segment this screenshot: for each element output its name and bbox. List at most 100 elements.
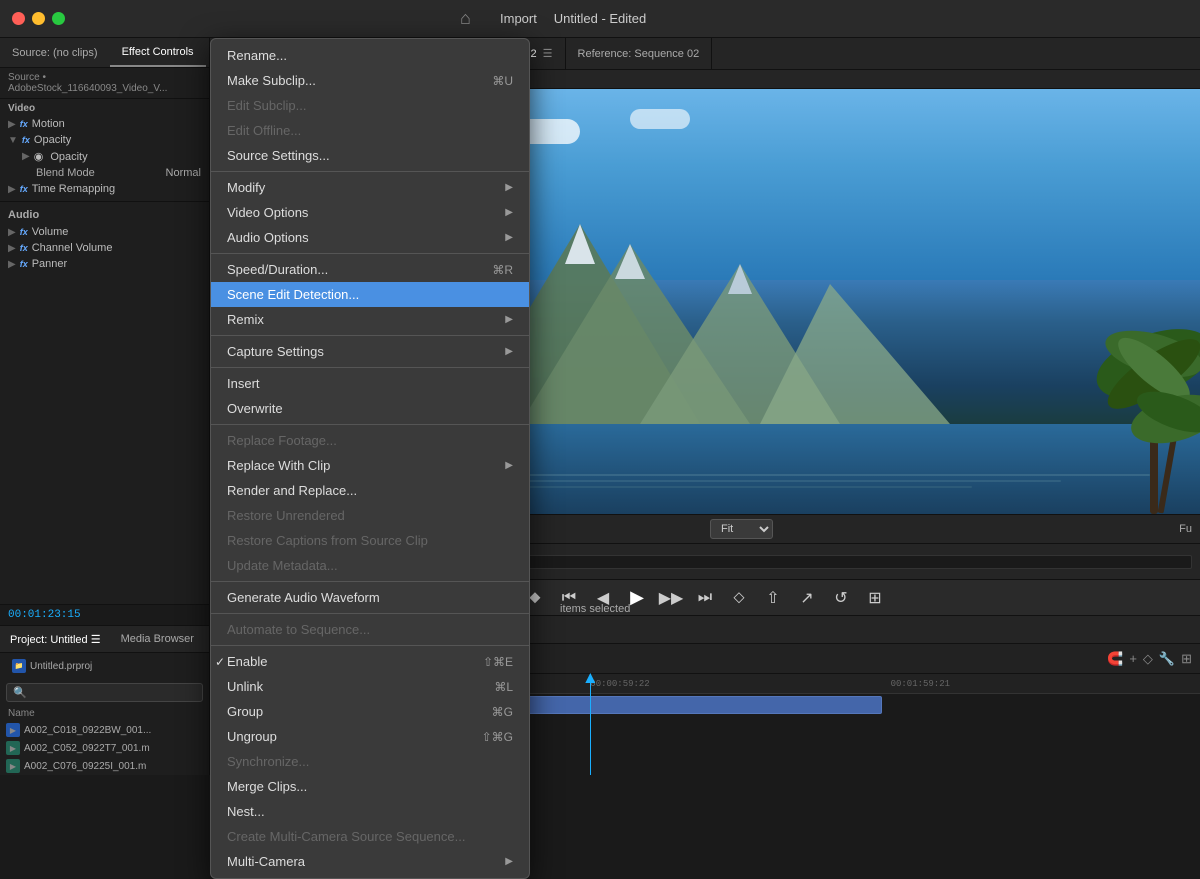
playhead[interactable]	[590, 674, 591, 775]
home-icon[interactable]: ⌂	[460, 8, 471, 29]
make-subclip-shortcut: ⌘U	[492, 74, 513, 88]
fx-badge-vol: fx	[20, 227, 28, 237]
insert-label: Insert	[227, 376, 260, 391]
fx-panner[interactable]: ▶ fx Panner	[0, 256, 209, 272]
automate-label: Automate to Sequence...	[227, 622, 370, 637]
expand-arrow-4: ▶	[8, 184, 16, 195]
btn-safe-margins[interactable]: ⊞	[862, 585, 888, 611]
fx-opacity[interactable]: ▼ fx Opacity	[0, 132, 209, 148]
capture-settings-arrow: ▶	[505, 346, 513, 357]
items-selected-label: items selected	[560, 603, 630, 615]
fx-opacity-sub[interactable]: ▶ ◉ Opacity	[0, 148, 209, 165]
btn-export[interactable]: ↗	[794, 585, 820, 611]
tl-icon-snap[interactable]: 🧲	[1107, 651, 1123, 667]
project-file-row: 📁 Untitled.prproj	[6, 657, 203, 675]
tab-effect-controls[interactable]: Effect Controls	[110, 38, 206, 67]
menu-ungroup[interactable]: Ungroup⇧⌘G	[211, 724, 529, 749]
close-button[interactable]	[12, 12, 25, 25]
menu-multi-camera[interactable]: Multi-Camera▶	[211, 849, 529, 874]
window-title: Untitled - Edited	[12, 11, 1188, 26]
maximize-button[interactable]	[52, 12, 65, 25]
audio-options-label: Audio Options	[227, 230, 309, 245]
btn-mark-out[interactable]: ⬦	[726, 585, 752, 611]
menu-replace-with-clip[interactable]: Replace With Clip▶	[211, 453, 529, 478]
tl-icon-settings[interactable]: ⊞	[1181, 651, 1192, 667]
items-selected: items selected	[560, 603, 630, 615]
video-options-label: Video Options	[227, 205, 308, 220]
time-remapping-label: Time Remapping	[32, 183, 115, 195]
menu-source-settings[interactable]: Source Settings...	[211, 143, 529, 168]
fx-channel-volume[interactable]: ▶ fx Channel Volume	[0, 240, 209, 256]
update-metadata-label: Update Metadata...	[227, 558, 338, 573]
menu-unlink[interactable]: Unlink⌘L	[211, 674, 529, 699]
enable-shortcut: ⇧⌘E	[483, 655, 513, 669]
create-multicam-label: Create Multi-Camera Source Sequence...	[227, 829, 465, 844]
menu-make-subclip[interactable]: Make Subclip...⌘U	[211, 68, 529, 93]
nest-label: Nest...	[227, 804, 265, 819]
menu-insert[interactable]: Insert	[211, 371, 529, 396]
source-label: Source • AdobeStock_116640093_Video_V...	[0, 68, 209, 99]
fx-badge-2: fx	[22, 135, 30, 145]
btn-step-fwd[interactable]: ⏭	[692, 585, 718, 611]
time-1: 00:00:59:22	[590, 679, 649, 689]
menu-generate-audio[interactable]: Generate Audio Waveform	[211, 585, 529, 610]
tab-source[interactable]: Source: (no clips)	[0, 38, 110, 67]
search-icon: 🔍	[13, 686, 27, 699]
blend-mode-value[interactable]: Normal	[166, 167, 201, 179]
file-row-1[interactable]: ▶ A002_C018_0922BW_001...	[0, 721, 209, 739]
fx-time-remapping[interactable]: ▶ fx Time Remapping	[0, 181, 209, 197]
btn-loop[interactable]: ↺	[828, 585, 854, 611]
render-replace-label: Render and Replace...	[227, 483, 357, 498]
project-file-icon: 📁	[12, 659, 26, 673]
tab-reference[interactable]: Reference: Sequence 02	[566, 38, 713, 69]
merge-clips-label: Merge Clips...	[227, 779, 307, 794]
fit-dropdown[interactable]: Fit 25% 50% 75% 100%	[710, 519, 773, 539]
tl-icon-marker[interactable]: ◇	[1143, 651, 1153, 667]
menu-video-options[interactable]: Video Options▶	[211, 200, 529, 225]
tab-media-browser[interactable]: Media Browser	[111, 626, 204, 652]
menu-group[interactable]: Group⌘G	[211, 699, 529, 724]
minimize-button[interactable]	[32, 12, 45, 25]
project-content: 📁 Untitled.prproj	[0, 653, 209, 679]
file-row-3[interactable]: ▶ A002_C076_09225I_001.m	[0, 757, 209, 775]
file-icon-3: ▶	[6, 759, 20, 773]
menu-nest[interactable]: Nest...	[211, 799, 529, 824]
opacity-sub-label: Opacity	[50, 151, 87, 163]
file-row-2[interactable]: ▶ A002_C052_0922T7_001.m	[0, 739, 209, 757]
btn-lift[interactable]: ⇧	[760, 585, 786, 611]
menu-rename[interactable]: Rename...	[211, 43, 529, 68]
tl-icon-add[interactable]: +	[1129, 651, 1137, 667]
menu-scene-edit[interactable]: Scene Edit Detection...	[211, 282, 529, 307]
search-bar[interactable]: 🔍	[6, 683, 203, 702]
menu-enable[interactable]: ✓ Enable ⇧⌘E	[211, 649, 529, 674]
search-input[interactable]	[27, 687, 196, 699]
restore-unrendered-label: Restore Unrendered	[227, 508, 345, 523]
menu-update-metadata: Update Metadata...	[211, 553, 529, 578]
check-mark: ✓	[215, 655, 225, 669]
menu-speed-duration[interactable]: Speed/Duration...⌘R	[211, 257, 529, 282]
menu-modify[interactable]: Modify▶	[211, 175, 529, 200]
sep-6	[211, 581, 529, 582]
fx-opacity-label: Opacity	[34, 134, 71, 146]
multi-camera-label: Multi-Camera	[227, 854, 305, 869]
reference-label: Reference: Sequence 02	[578, 48, 700, 60]
source-settings-label: Source Settings...	[227, 148, 330, 163]
menu-remix[interactable]: Remix▶	[211, 307, 529, 332]
tab-project[interactable]: Project: Untitled ☰	[0, 626, 111, 652]
menu-overwrite[interactable]: Overwrite	[211, 396, 529, 421]
tl-icon-wrench[interactable]: 🔧	[1159, 651, 1175, 667]
menu-audio-options[interactable]: Audio Options▶	[211, 225, 529, 250]
menu-automate: Automate to Sequence...	[211, 617, 529, 642]
menu-merge-clips[interactable]: Merge Clips...	[211, 774, 529, 799]
enable-label: Enable	[227, 654, 267, 669]
menu-capture-settings[interactable]: Capture Settings▶	[211, 339, 529, 364]
menu-render-replace[interactable]: Render and Replace...	[211, 478, 529, 503]
btn-frame-fwd[interactable]: ▶▶	[658, 585, 684, 611]
fx-volume[interactable]: ▶ fx Volume	[0, 224, 209, 240]
fx-motion-label: Motion	[32, 118, 65, 130]
fx-motion[interactable]: ▶ fx Motion	[0, 116, 209, 132]
import-button[interactable]: Import	[500, 11, 537, 26]
group-label: Group	[227, 704, 263, 719]
expand-arrow-3: ▶	[22, 151, 30, 162]
ungroup-label: Ungroup	[227, 729, 277, 744]
